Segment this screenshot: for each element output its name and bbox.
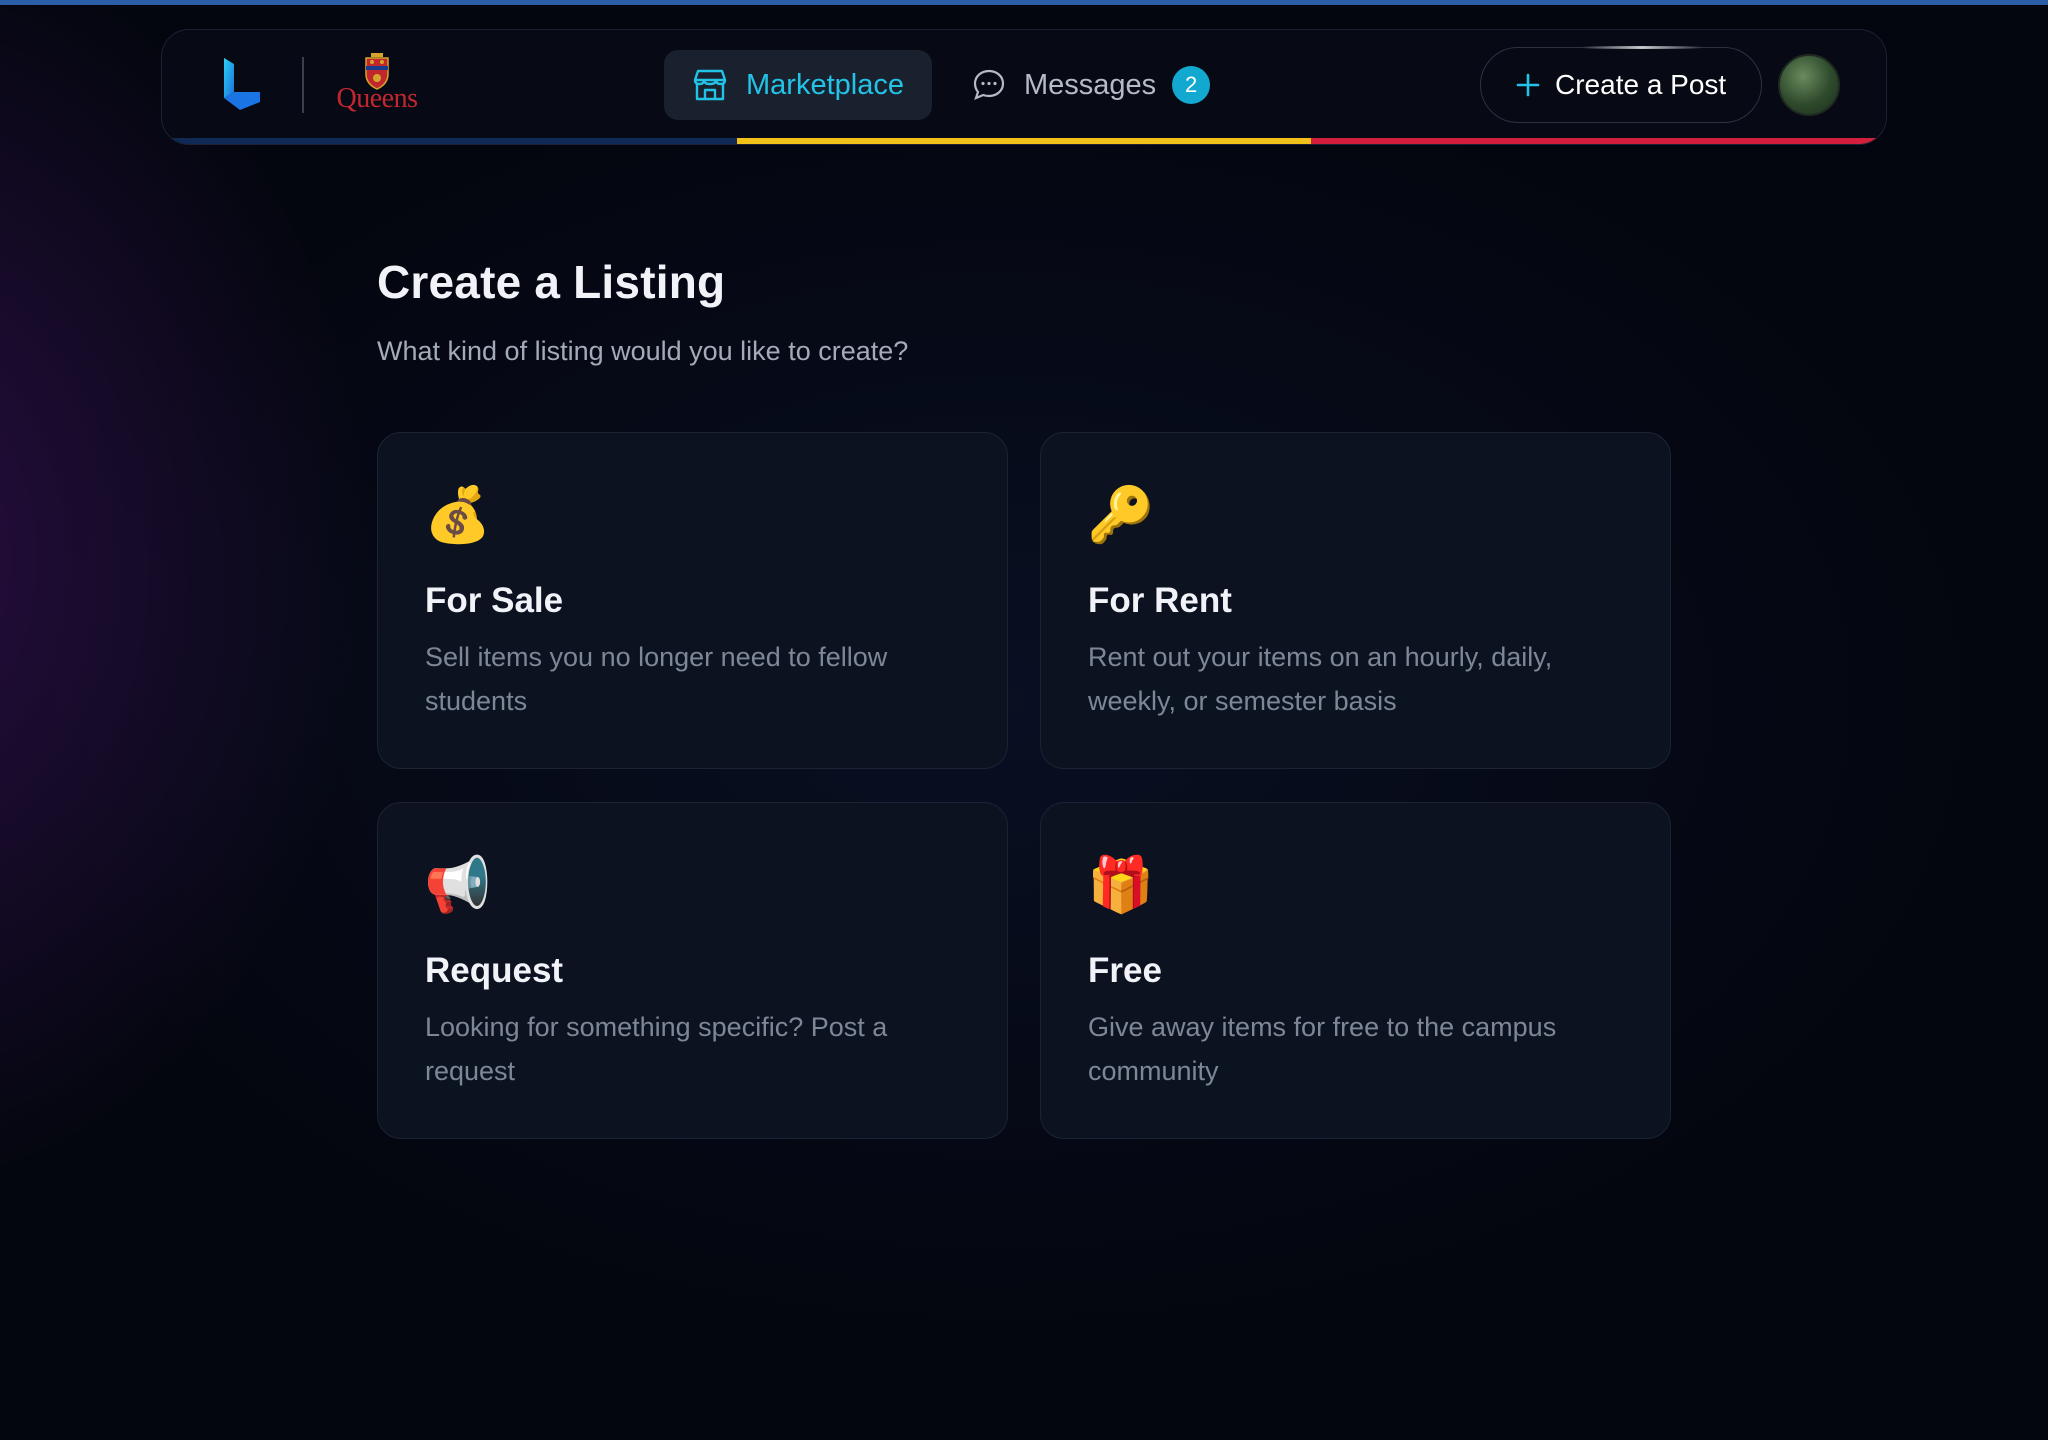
button-glow-highlight xyxy=(1582,46,1702,49)
option-description: Give away items for free to the campus c… xyxy=(1088,1012,1557,1086)
tab-marketplace-label: Marketplace xyxy=(746,68,904,101)
queens-wordmark: Queens xyxy=(336,83,418,114)
key-icon: 🔑 xyxy=(1087,485,1155,545)
tab-messages[interactable]: Messages 2 xyxy=(962,50,1222,120)
option-title: Request xyxy=(425,951,564,990)
gift-icon: 🎁 xyxy=(1087,855,1155,915)
create-post-label: Create a Post xyxy=(1555,69,1727,100)
chat-bubble-icon xyxy=(973,69,1005,100)
plus-icon xyxy=(1516,73,1540,97)
option-description: Sell items you no longer need to fellow … xyxy=(425,642,888,716)
page-subtitle: What kind of listing would you like to c… xyxy=(377,336,909,366)
top-navbar: Queens Marketplace Messages 2 Create a P… xyxy=(161,29,1887,145)
page-title: Create a Listing xyxy=(377,256,726,308)
option-title: For Sale xyxy=(425,581,564,620)
listing-option-for-sale[interactable]: 💰 For Sale Sell items you no longer need… xyxy=(377,432,1008,769)
megaphone-icon: 📢 xyxy=(424,855,492,915)
listing-option-for-rent[interactable]: 🔑 For Rent Rent out your items on an hou… xyxy=(1040,432,1671,769)
create-post-button[interactable]: Create a Post xyxy=(1480,47,1762,123)
option-title: Free xyxy=(1088,951,1162,990)
listing-option-request[interactable]: 📢 Request Looking for something specific… xyxy=(377,802,1008,1139)
option-title: For Rent xyxy=(1088,581,1232,620)
listing-option-free[interactable]: 🎁 Free Give away items for free to the c… xyxy=(1040,802,1671,1139)
money-bag-icon: 💰 xyxy=(424,485,492,545)
app-logo-icon[interactable] xyxy=(220,56,264,112)
brand-divider xyxy=(302,57,304,113)
storefront-icon xyxy=(693,69,727,101)
tab-messages-label: Messages xyxy=(1024,68,1157,101)
option-description: Rent out your items on an hourly, daily,… xyxy=(1088,642,1553,716)
option-description: Looking for something specific? Post a r… xyxy=(425,1012,888,1086)
queens-university-logo[interactable]: Queens xyxy=(332,52,422,118)
window-top-border xyxy=(0,0,2048,5)
tab-marketplace[interactable]: Marketplace xyxy=(664,50,932,120)
school-color-stripe xyxy=(162,138,1886,144)
unread-count-badge: 2 xyxy=(1172,66,1211,104)
user-avatar[interactable] xyxy=(1778,54,1840,116)
